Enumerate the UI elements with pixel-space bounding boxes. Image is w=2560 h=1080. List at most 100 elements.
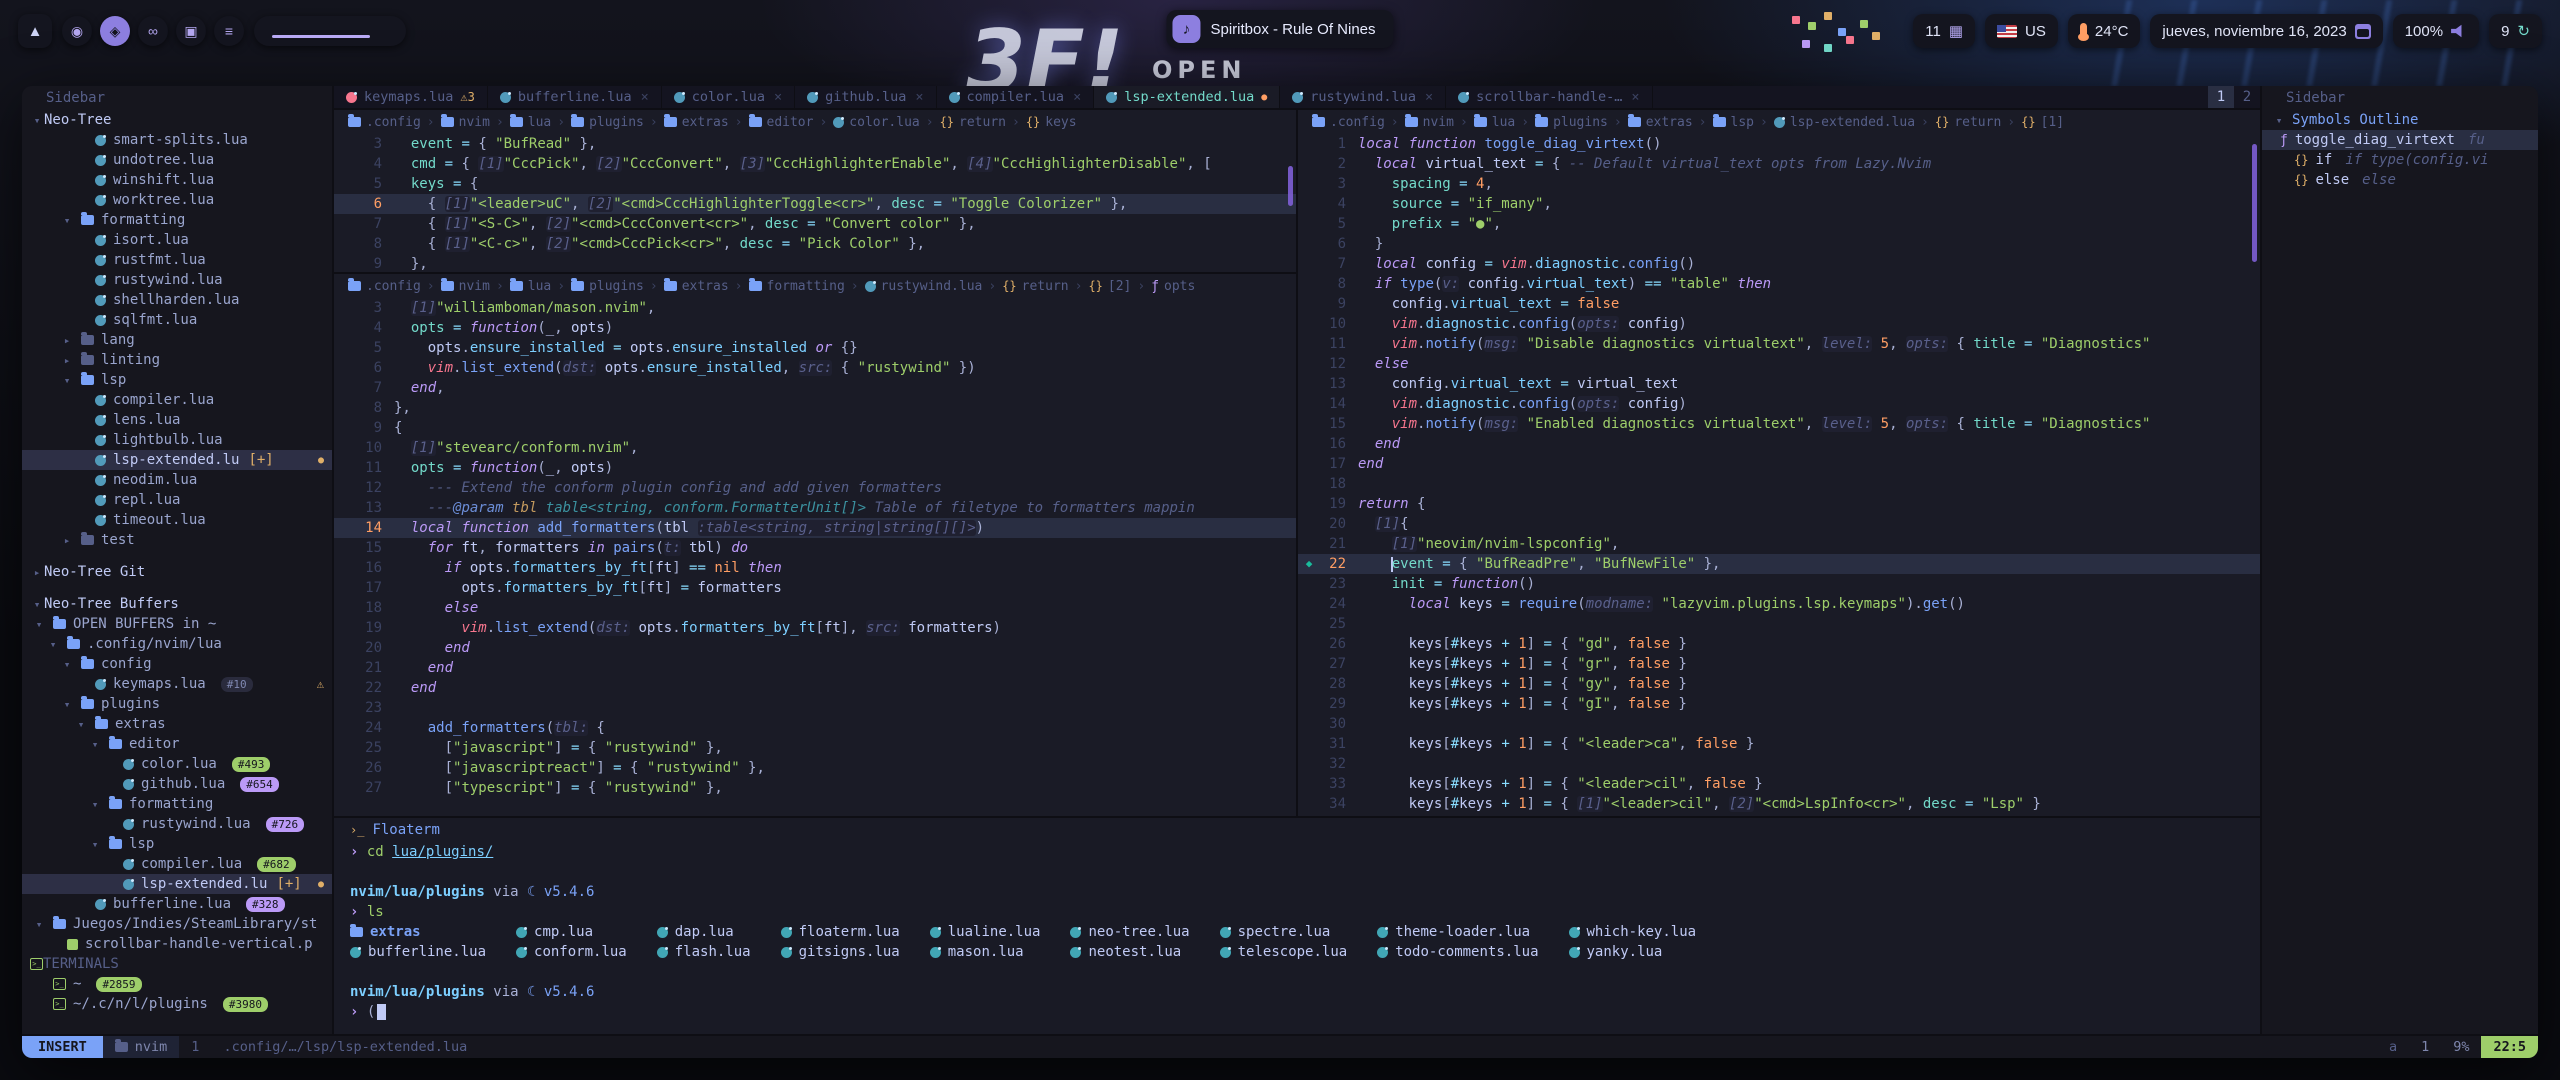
ls-entry[interactable]: extras [350,922,486,942]
tree-item[interactable]: worktree.lua [22,190,332,210]
breadcrumb-segment[interactable]: extras [1628,115,1693,130]
breadcrumb-segment[interactable]: .config [1312,115,1385,130]
tree-item[interactable]: ▸lang [22,330,332,350]
tree-item[interactable]: color.lua#493 [22,754,332,774]
code-area[interactable]: 3 event = { "BufRead" },4 cmd = { [1]"Cc… [334,134,1296,274]
ls-entry[interactable]: neo-tree.lua [1070,922,1189,942]
breadcrumb-segment[interactable]: lua [1474,115,1515,130]
tree-item[interactable]: ▾plugins [22,694,332,714]
tab-github-lua[interactable]: github.lua× [795,86,936,108]
editor-window-rustywind-lua[interactable]: .config›nvim›lua›plugins›extras›formatti… [334,274,1296,816]
notes-button[interactable]: ≡ [214,16,244,46]
close-icon[interactable]: × [1425,89,1433,105]
workspaces-module[interactable]: 11 ▦ [1913,14,1975,48]
tree-item[interactable]: lsp-extended.lu[+]● [22,450,332,470]
breadcrumb-segment[interactable]: {}[1] [2021,115,2064,130]
ls-entry[interactable]: conform.lua [516,942,627,962]
breadcrumb-segment[interactable]: {}return [940,115,1006,130]
scrollbar-handle[interactable] [1288,166,1293,206]
breadcrumb-segment[interactable]: {}return [1002,279,1068,294]
theme-button[interactable]: ◈ [100,16,130,46]
weather-module[interactable]: 24°C [2068,14,2141,48]
ls-entry[interactable]: cmp.lua [516,922,627,942]
breadcrumb-segment[interactable]: {}[2] [1088,279,1131,294]
close-icon[interactable]: × [641,89,649,105]
close-icon[interactable]: × [1631,89,1639,105]
ls-entry[interactable]: gitsigns.lua [781,942,900,962]
tree-item[interactable]: compiler.lua [22,390,332,410]
tree-item[interactable]: rustywind.lua#726 [22,814,332,834]
window-title-pill[interactable] [254,16,406,46]
tree-item[interactable]: ▸linting [22,350,332,370]
tree-item[interactable]: ▾extras [22,714,332,734]
tabpage-number[interactable]: 2 [2234,86,2260,108]
tree-item[interactable]: winshift.lua [22,170,332,190]
tree-item[interactable]: timeout.lua [22,510,332,530]
breadcrumb-segment[interactable]: nvim [1405,115,1454,130]
tree-item[interactable]: ▾lsp [22,370,332,390]
updates-module[interactable]: 9 ↻ [2489,14,2542,48]
tab-rustywind-lua[interactable]: rustywind.lua× [1280,86,1446,108]
editor-window-color-lua[interactable]: .config›nvim›lua›plugins›extras›editor›c… [334,110,1296,274]
ls-entry[interactable]: theme-loader.lua [1377,922,1538,942]
tree-item[interactable]: lens.lua [22,410,332,430]
ls-entry[interactable]: flash.lua [657,942,751,962]
breadcrumb-segment[interactable]: formatting [749,279,845,294]
music-player-widget[interactable]: ♪ Spiritbox - Rule Of Nines [1166,10,1393,48]
tree-item[interactable]: neodim.lua [22,470,332,490]
tree-item[interactable]: ▾editor [22,734,332,754]
tab-compiler-lua[interactable]: compiler.lua× [937,86,1095,108]
ls-entry[interactable]: yanky.lua [1569,942,1697,962]
close-icon[interactable]: × [915,89,923,105]
tree-item[interactable]: bufferline.lua#328 [22,894,332,914]
tree-item[interactable]: isort.lua [22,230,332,250]
tree-item[interactable]: keymaps.lua#10⚠ [22,674,332,694]
ls-entry[interactable]: floaterm.lua [781,922,900,942]
sidebar-section-header-neo-tree-git[interactable]: ▸Neo-Tree Git [22,562,332,582]
tree-item[interactable]: >_~/.c/n/l/plugins#3980 [22,994,332,1014]
ls-entry[interactable]: bufferline.lua [350,942,486,962]
ls-entry[interactable]: neotest.lua [1070,942,1189,962]
breadcrumb-segment[interactable]: {}keys [1026,115,1077,130]
link-button[interactable]: ∞ [138,16,168,46]
app-launcher-button[interactable]: ▲ [18,14,52,48]
tree-item[interactable]: rustywind.lua [22,270,332,290]
tree-item[interactable]: ▾formatting [22,794,332,814]
tree-item[interactable]: compiler.lua#682 [22,854,332,874]
code-area[interactable]: 1local function toggle_diag_virtext()2 l… [1298,134,2260,814]
breadcrumb-segment[interactable]: nvim [441,279,490,294]
editor-window-lsp-extended-lua[interactable]: .config›nvim›lua›plugins›extras›lsp›lsp-… [1298,110,2260,816]
tree-item[interactable]: ▾config [22,654,332,674]
tab-lsp-extended-lua[interactable]: lsp-extended.lua● [1094,86,1280,108]
power-button[interactable]: ◉ [62,16,92,46]
outline-item[interactable]: {}elseelse [2262,170,2538,190]
breadcrumb-segment[interactable]: plugins [571,115,644,130]
breadcrumb-segment[interactable]: plugins [1535,115,1608,130]
breadcrumb-segment[interactable]: lsp-extended.lua [1774,115,1915,130]
tree-item[interactable]: ▾.config/nvim/lua [22,634,332,654]
breadcrumb-segment[interactable]: editor [749,115,814,130]
tree-item[interactable]: ▾lsp [22,834,332,854]
clipboard-button[interactable]: ▣ [176,16,206,46]
tabpage-number[interactable]: 1 [2208,86,2234,108]
breadcrumb-segment[interactable]: .config [348,279,421,294]
ls-entry[interactable]: dap.lua [657,922,751,942]
outline-item[interactable]: {}ifif type(config.vi [2262,150,2538,170]
breadcrumb-segment[interactable]: lsp [1713,115,1754,130]
breadcrumb-segment[interactable]: plugins [571,279,644,294]
volume-module[interactable]: 100% [2393,14,2479,48]
breadcrumb-segment[interactable]: rustywind.lua [865,279,983,294]
scrollbar-handle[interactable] [2252,144,2257,262]
close-icon[interactable]: × [774,89,782,105]
breadcrumb-segment[interactable]: extras [664,279,729,294]
ls-entry[interactable]: which-key.lua [1569,922,1697,942]
tree-item[interactable]: repl.lua [22,490,332,510]
tree-item[interactable]: github.lua#654 [22,774,332,794]
breadcrumb-segment[interactable]: extras [664,115,729,130]
close-icon[interactable]: × [1073,89,1081,105]
tree-item[interactable]: lsp-extended.lu[+]● [22,874,332,894]
tab-bufferline-lua[interactable]: bufferline.lua× [488,86,662,108]
keyboard-layout-module[interactable]: US [1985,14,2058,48]
sidebar-section-header-terminals[interactable]: >_TERMINALS [22,954,332,974]
ls-entry[interactable]: telescope.lua [1220,942,1348,962]
